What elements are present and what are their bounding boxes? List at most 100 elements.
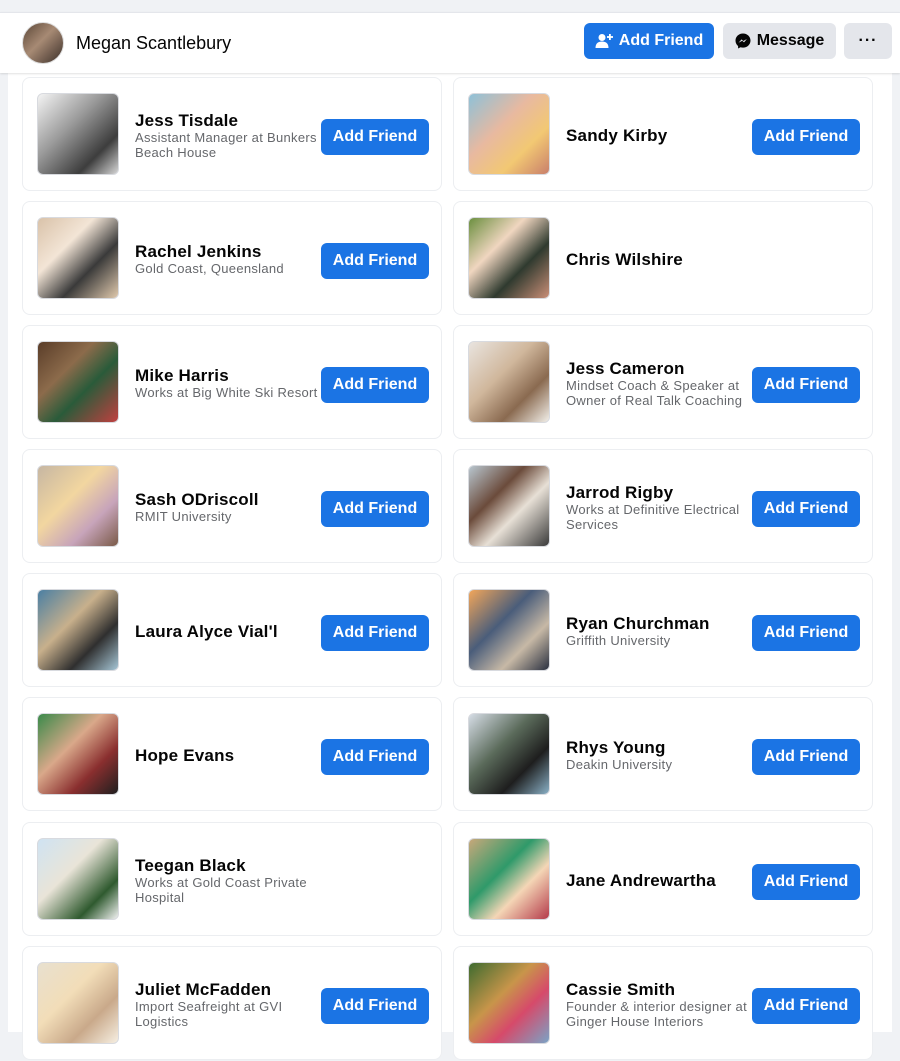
friend-name[interactable]: Rhys Young xyxy=(566,738,756,757)
friend-photo[interactable] xyxy=(468,341,550,423)
messenger-icon xyxy=(735,33,751,49)
friend-card[interactable]: Juliet McFadden Import Seafreight at GVI … xyxy=(22,946,442,1060)
friend-info: Ryan Churchman Griffith University xyxy=(566,574,756,688)
friend-name[interactable]: Jarrod Rigby xyxy=(566,483,756,502)
header-add-friend-label: Add Friend xyxy=(618,32,704,49)
friend-name[interactable]: Hope Evans xyxy=(135,746,325,765)
friend-info: Jess Tisdale Assistant Manager at Bunkers… xyxy=(135,78,325,192)
friend-photo[interactable] xyxy=(37,962,119,1044)
friend-photo[interactable] xyxy=(37,93,119,175)
profile-name[interactable]: Megan Scantlebury xyxy=(76,33,231,54)
friend-name[interactable]: Rachel Jenkins xyxy=(135,242,325,261)
friend-info: Jane Andrewartha xyxy=(566,823,756,937)
friend-card[interactable]: Jess Cameron Mindset Coach & Speaker at O… xyxy=(453,325,873,439)
friend-card[interactable]: Jess Tisdale Assistant Manager at Bunkers… xyxy=(22,77,442,191)
friend-info: Rhys Young Deakin University xyxy=(566,698,756,812)
friend-card[interactable]: Rachel Jenkins Gold Coast, Queensland Add … xyxy=(22,201,442,315)
add-friend-button[interactable]: Add Friend xyxy=(752,988,860,1024)
friend-description: Assistant Manager at Bunkers Beach House xyxy=(135,129,317,160)
friend-name[interactable]: Juliet McFadden xyxy=(135,980,325,999)
add-friend-button[interactable]: Add Friend xyxy=(321,367,429,403)
friend-photo[interactable] xyxy=(37,217,119,299)
add-friend-button[interactable]: Add Friend xyxy=(752,491,860,527)
friend-name[interactable]: Chris Wilshire xyxy=(566,250,756,269)
add-friend-button[interactable]: Add Friend xyxy=(752,739,860,775)
friend-description: RMIT University xyxy=(135,509,232,524)
friend-name[interactable]: Sash ODriscoll xyxy=(135,490,325,509)
friend-name[interactable]: Jess Tisdale xyxy=(135,111,325,130)
add-friend-button[interactable]: Add Friend xyxy=(321,615,429,651)
more-options-button[interactable]: ··· xyxy=(844,23,892,59)
add-friend-button[interactable]: Add Friend xyxy=(321,988,429,1024)
friend-photo[interactable] xyxy=(37,713,119,795)
friend-photo[interactable] xyxy=(468,93,550,175)
friend-info: Sandy Kirby xyxy=(566,78,756,192)
friend-card[interactable]: Jane Andrewartha Add Friend xyxy=(453,822,873,936)
friend-photo[interactable] xyxy=(37,589,119,671)
friend-card[interactable]: Sandy Kirby Add Friend xyxy=(453,77,873,191)
add-friend-button[interactable]: Add Friend xyxy=(321,491,429,527)
friend-name[interactable]: Ryan Churchman xyxy=(566,614,756,633)
add-friend-button[interactable]: Add Friend xyxy=(321,739,429,775)
friend-info: Cassie Smith Founder & interior designer … xyxy=(566,947,756,1061)
friend-photo[interactable] xyxy=(468,465,550,547)
friend-info: Rachel Jenkins Gold Coast, Queensland xyxy=(135,202,325,316)
friend-photo[interactable] xyxy=(468,589,550,671)
friend-description: Works at Definitive Electrical Services xyxy=(566,501,740,532)
add-friend-button[interactable]: Add Friend xyxy=(321,119,429,155)
friend-info: Chris Wilshire xyxy=(566,202,756,316)
friend-card[interactable]: Hope Evans Add Friend xyxy=(22,697,442,811)
add-friend-button[interactable]: Add Friend xyxy=(752,119,860,155)
friend-photo[interactable] xyxy=(468,713,550,795)
friend-info: Hope Evans xyxy=(135,698,325,812)
friend-info: Laura Alyce Vial'l xyxy=(135,574,325,688)
add-friend-button[interactable]: Add Friend xyxy=(752,864,860,900)
message-label: Message xyxy=(756,32,825,49)
friend-info: Juliet McFadden Import Seafreight at GVI … xyxy=(135,947,325,1061)
friend-card[interactable]: Mike Harris Works at Big White Ski Resort… xyxy=(22,325,442,439)
friend-photo[interactable] xyxy=(37,465,119,547)
friend-description: Deakin University xyxy=(566,757,673,772)
friend-name[interactable]: Cassie Smith xyxy=(566,980,756,999)
friend-name[interactable]: Jess Cameron xyxy=(566,359,756,378)
friend-photo[interactable] xyxy=(468,838,550,920)
friend-name[interactable]: Jane Andrewartha xyxy=(566,871,756,890)
add-friend-icon xyxy=(595,34,613,48)
add-friend-button[interactable]: Add Friend xyxy=(752,615,860,651)
friend-card[interactable]: Teegan Black Works at Gold Coast Private … xyxy=(22,822,442,936)
friend-info: Jess Cameron Mindset Coach & Speaker at O… xyxy=(566,326,756,440)
friend-info: Mike Harris Works at Big White Ski Resort xyxy=(135,326,325,440)
friend-card[interactable]: Chris Wilshire xyxy=(453,201,873,315)
friend-name[interactable]: Sandy Kirby xyxy=(566,126,756,145)
friend-photo[interactable] xyxy=(37,341,119,423)
profile-header: Megan Scantlebury Add Friend Message ··· xyxy=(0,12,900,73)
friend-photo[interactable] xyxy=(468,962,550,1044)
friend-card[interactable]: Rhys Young Deakin University Add Friend xyxy=(453,697,873,811)
friend-description: Works at Gold Coast Private Hospital xyxy=(135,874,307,905)
profile-avatar[interactable] xyxy=(22,22,64,64)
friend-name[interactable]: Teegan Black xyxy=(135,856,325,875)
header-add-friend-button[interactable]: Add Friend xyxy=(584,23,714,59)
friend-info: Sash ODriscoll RMIT University xyxy=(135,450,325,564)
friend-description: Import Seafreight at GVI Logistics xyxy=(135,998,283,1029)
add-friend-button[interactable]: Add Friend xyxy=(752,367,860,403)
friend-name[interactable]: Laura Alyce Vial'l xyxy=(135,622,325,641)
friend-card[interactable]: Jarrod Rigby Works at Definitive Electric… xyxy=(453,449,873,563)
top-strip xyxy=(0,0,900,12)
more-icon: ··· xyxy=(858,32,878,49)
friend-description: Gold Coast, Queensland xyxy=(135,261,284,276)
friend-description: Founder & interior designer at Ginger Ho… xyxy=(566,998,747,1029)
friend-card[interactable]: Ryan Churchman Griffith University Add Fri… xyxy=(453,573,873,687)
friend-photo[interactable] xyxy=(468,217,550,299)
friend-info: Jarrod Rigby Works at Definitive Electric… xyxy=(566,450,756,564)
friends-grid: Jess Tisdale Assistant Manager at Bunkers… xyxy=(8,72,892,1060)
message-button[interactable]: Message xyxy=(723,23,836,59)
friend-info: Teegan Black Works at Gold Coast Private … xyxy=(135,823,325,937)
friend-name[interactable]: Mike Harris xyxy=(135,366,325,385)
add-friend-button[interactable]: Add Friend xyxy=(321,243,429,279)
friend-card[interactable]: Laura Alyce Vial'l Add Friend xyxy=(22,573,442,687)
friend-description: Mindset Coach & Speaker at Owner of Real… xyxy=(566,377,743,408)
friend-card[interactable]: Sash ODriscoll RMIT University Add Friend xyxy=(22,449,442,563)
friend-photo[interactable] xyxy=(37,838,119,920)
friend-card[interactable]: Cassie Smith Founder & interior designer … xyxy=(453,946,873,1060)
